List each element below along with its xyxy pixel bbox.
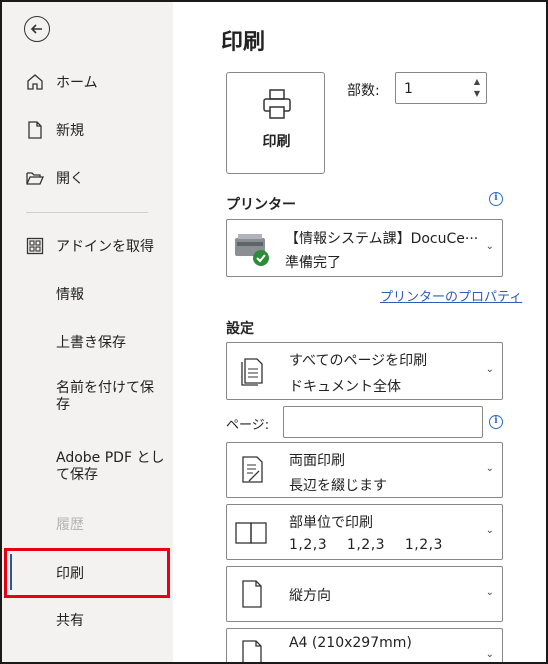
print-panel: 印刷 印刷 部数: 1 ▲ ▼ プリンター i 【情報システム課】DocuCe·… — [173, 2, 546, 662]
addins-grid-icon — [26, 237, 44, 255]
duplex-dropdown[interactable]: 両面印刷 長辺を綴じます ⌄ — [226, 442, 503, 498]
spinner-arrows-icon[interactable]: ▲ ▼ — [474, 76, 480, 100]
sidebar-item-history: 履歴 — [2, 504, 173, 544]
chevron-down-icon: ⌄ — [485, 463, 494, 474]
pages-icon — [241, 358, 263, 386]
duplex-subtitle: 長辺を綴じます — [289, 478, 387, 494]
new-document-icon — [28, 121, 42, 139]
copies-stepper[interactable]: 1 ▲ ▼ — [395, 72, 487, 104]
pages-input[interactable] — [283, 406, 483, 438]
printer-properties-link[interactable]: プリンターのプロパティ — [380, 286, 522, 305]
duplex-title: 両面印刷 — [289, 453, 345, 469]
print-button[interactable]: 印刷 — [226, 72, 325, 174]
sidebar-item-label: 名前を付けて保存 — [56, 380, 154, 413]
back-button[interactable] — [24, 16, 50, 42]
collate-subtitle: 1,2,3 1,2,3 1,2,3 — [289, 537, 443, 553]
copies-label: 部数: — [347, 83, 380, 99]
print-range-subtitle: ドキュメント全体 — [289, 379, 401, 395]
sidebar-item-label: Adobe PDF として保存 — [56, 450, 165, 483]
paper-size-title: A4 (210x297mm) — [289, 635, 412, 651]
sidebar-item-home[interactable]: ホーム — [2, 62, 173, 102]
sidebar-item-label: 情報 — [56, 287, 84, 303]
collate-dropdown[interactable]: 部単位で印刷 1,2,3 1,2,3 1,2,3 ⌄ — [226, 504, 503, 560]
printer-dropdown[interactable]: 【情報システム課】DocuCe··· 準備完了 ⌄ — [226, 219, 503, 277]
sidebar-item-open[interactable]: 開く — [2, 158, 173, 198]
highlight-box — [4, 548, 170, 598]
pages-label: ページ: — [226, 418, 270, 433]
sidebar-item-get-addins[interactable]: アドインを取得 — [2, 226, 173, 266]
sidebar-divider — [26, 212, 148, 213]
chevron-down-icon: ⌄ — [485, 587, 494, 598]
backstage-sidebar: ホーム 新規 開く アドインを取得 情報 上書き保存 名前を付けて保存 Adob… — [2, 2, 173, 662]
print-range-dropdown[interactable]: すべてのページを印刷 ドキュメント全体 ⌄ — [226, 342, 503, 400]
sidebar-item-label: 上書き保存 — [56, 335, 126, 351]
orientation-dropdown[interactable]: 縦方向 ⌄ — [226, 566, 503, 622]
folder-open-icon — [26, 172, 44, 185]
printer-status: 準備完了 — [285, 255, 341, 271]
print-button-label: 印刷 — [262, 134, 291, 150]
page-title: 印刷 — [221, 30, 266, 55]
sidebar-item-info[interactable]: 情報 — [2, 274, 173, 314]
sidebar-item-label: ホーム — [56, 75, 98, 91]
paper-size-icon — [242, 640, 262, 662]
chevron-down-icon: ⌄ — [485, 525, 494, 536]
collate-icon — [235, 522, 267, 544]
sidebar-item-save-as[interactable]: 名前を付けて保存 — [2, 372, 173, 422]
chevron-down-icon: ⌄ — [485, 364, 494, 375]
info-icon[interactable]: i — [489, 415, 503, 429]
sidebar-item-label: 新規 — [56, 123, 84, 139]
print-range-title: すべてのページを印刷 — [289, 353, 428, 369]
arrow-left-icon — [30, 24, 42, 34]
collate-title: 部単位で印刷 — [289, 515, 373, 531]
chevron-down-icon: ⌄ — [485, 649, 494, 660]
settings-header: 設定 — [226, 321, 254, 337]
copies-value: 1 — [404, 81, 413, 97]
sidebar-item-save[interactable]: 上書き保存 — [2, 322, 173, 362]
printer-device-icon — [235, 234, 269, 266]
sidebar-item-label: 履歴 — [56, 517, 84, 533]
sidebar-item-save-as-adobe-pdf[interactable]: Adobe PDF として保存 — [2, 442, 173, 492]
backstage-window: ホーム 新規 開く アドインを取得 情報 上書き保存 名前を付けて保存 Adob… — [0, 0, 548, 664]
sidebar-item-share[interactable]: 共有 — [2, 600, 173, 640]
sidebar-item-label: 共有 — [56, 613, 84, 629]
duplex-icon — [242, 456, 263, 483]
orientation-title: 縦方向 — [289, 588, 331, 604]
portrait-icon — [242, 580, 262, 608]
info-icon[interactable]: i — [489, 192, 503, 206]
paper-size-dropdown[interactable]: A4 (210x297mm) ⌄ — [226, 628, 503, 662]
printer-header: プリンター — [226, 197, 296, 213]
sidebar-item-new[interactable]: 新規 — [2, 110, 173, 150]
sidebar-item-label: 開く — [56, 171, 84, 187]
printer-name: 【情報システム課】DocuCe··· — [285, 231, 479, 247]
printer-icon — [263, 89, 291, 119]
chevron-down-icon: ⌄ — [485, 241, 494, 252]
sidebar-item-label: アドインを取得 — [56, 239, 154, 255]
home-icon — [27, 74, 43, 90]
